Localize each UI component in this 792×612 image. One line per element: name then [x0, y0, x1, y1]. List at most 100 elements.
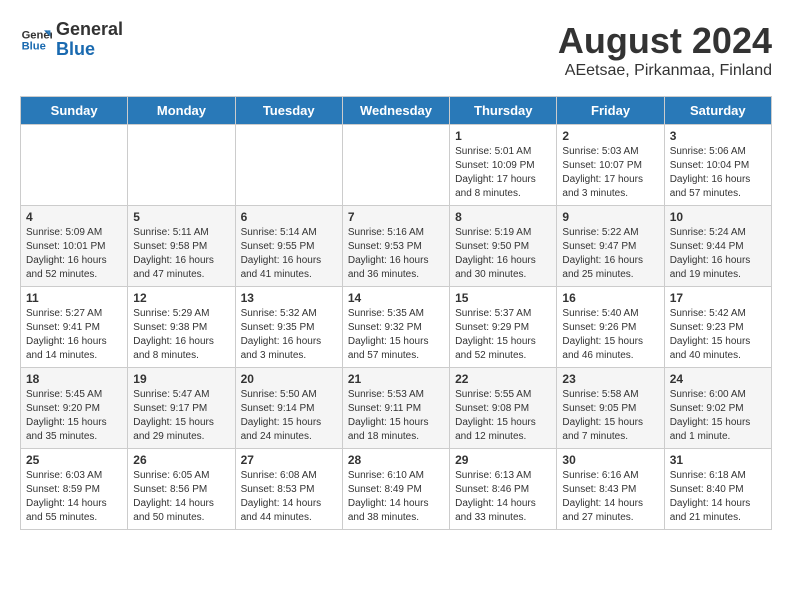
day-info: Sunrise: 5:53 AMSunset: 9:11 PMDaylight:… [348, 388, 444, 444]
day-info: Sunrise: 5:14 AMSunset: 9:55 PMDaylight:… [241, 226, 337, 282]
day-info: Sunrise: 5:11 AMSunset: 9:58 PMDaylight:… [133, 226, 229, 282]
day-info: Sunrise: 6:00 AMSunset: 9:02 PMDaylight:… [670, 388, 766, 444]
calendar-cell [21, 125, 128, 206]
day-info: Sunrise: 5:01 AMSunset: 10:09 PMDaylight… [455, 145, 551, 201]
calendar-cell: 8 Sunrise: 5:19 AMSunset: 9:50 PMDaylight… [450, 206, 557, 287]
day-info: Sunrise: 5:29 AMSunset: 9:38 PMDaylight:… [133, 307, 229, 363]
calendar-body: 1 Sunrise: 5:01 AMSunset: 10:09 PMDayligh… [21, 125, 772, 530]
calendar-week-row: 25 Sunrise: 6:03 AMSunset: 8:59 PMDayligh… [21, 449, 772, 530]
day-info: Sunrise: 5:35 AMSunset: 9:32 PMDaylight:… [348, 307, 444, 363]
day-info: Sunrise: 5:58 AMSunset: 9:05 PMDaylight:… [562, 388, 658, 444]
day-number: 24 [670, 372, 766, 386]
calendar-cell: 30Sunrise: 6:16 AMSunset: 8:43 PMDayligh… [557, 449, 664, 530]
calendar-cell: 10Sunrise: 5:24 AMSunset: 9:44 PMDayligh… [664, 206, 771, 287]
header-row: SundayMondayTuesdayWednesdayThursdayFrid… [21, 97, 772, 125]
day-number: 10 [670, 210, 766, 224]
day-info: Sunrise: 5:09 AMSunset: 10:01 PMDaylight… [26, 226, 122, 282]
calendar-cell: 5 Sunrise: 5:11 AMSunset: 9:58 PMDaylight… [128, 206, 235, 287]
day-info: Sunrise: 5:22 AMSunset: 9:47 PMDaylight:… [562, 226, 658, 282]
day-info: Sunrise: 6:13 AMSunset: 8:46 PMDaylight:… [455, 469, 551, 525]
calendar-cell: 23 Sunrise: 5:58 AMSunset: 9:05 PMDayligh… [557, 368, 664, 449]
calendar-week-row: 4 Sunrise: 5:09 AMSunset: 10:01 PMDayligh… [21, 206, 772, 287]
calendar-cell: 6Sunrise: 5:14 AMSunset: 9:55 PMDaylight… [235, 206, 342, 287]
calendar-cell: 14 Sunrise: 5:35 AMSunset: 9:32 PMDayligh… [342, 287, 449, 368]
day-number: 29 [455, 453, 551, 467]
day-number: 3 [670, 129, 766, 143]
day-info: Sunrise: 6:08 AMSunset: 8:53 PMDaylight:… [241, 469, 337, 525]
day-info: Sunrise: 5:16 AMSunset: 9:53 PMDaylight:… [348, 226, 444, 282]
day-info: Sunrise: 5:47 AMSunset: 9:17 PMDaylight:… [133, 388, 229, 444]
day-number: 9 [562, 210, 658, 224]
calendar-cell: 29 Sunrise: 6:13 AMSunset: 8:46 PMDayligh… [450, 449, 557, 530]
day-number: 19 [133, 372, 229, 386]
day-info: Sunrise: 6:16 AMSunset: 8:43 PMDaylight:… [562, 469, 658, 525]
day-number: 27 [241, 453, 337, 467]
calendar-cell: 22Sunrise: 5:55 AMSunset: 9:08 PMDayligh… [450, 368, 557, 449]
day-info: Sunrise: 5:19 AMSunset: 9:50 PMDaylight:… [455, 226, 551, 282]
day-info: Sunrise: 5:50 AMSunset: 9:14 PMDaylight:… [241, 388, 337, 444]
calendar-cell: 26Sunrise: 6:05 AMSunset: 8:56 PMDayligh… [128, 449, 235, 530]
day-number: 16 [562, 291, 658, 305]
weekday-header: Monday [128, 97, 235, 125]
weekday-header: Saturday [664, 97, 771, 125]
calendar-title: August 2024 [558, 20, 772, 62]
calendar-cell: 20 Sunrise: 5:50 AMSunset: 9:14 PMDayligh… [235, 368, 342, 449]
day-info: Sunrise: 5:06 AMSunset: 10:04 PMDaylight… [670, 145, 766, 201]
weekday-header: Sunday [21, 97, 128, 125]
day-info: Sunrise: 5:03 AMSunset: 10:07 PMDaylight… [562, 145, 658, 201]
calendar-week-row: 18Sunrise: 5:45 AMSunset: 9:20 PMDayligh… [21, 368, 772, 449]
calendar-cell: 7 Sunrise: 5:16 AMSunset: 9:53 PMDaylight… [342, 206, 449, 287]
day-info: Sunrise: 6:18 AMSunset: 8:40 PMDaylight:… [670, 469, 766, 525]
calendar-cell: 13Sunrise: 5:32 AMSunset: 9:35 PMDayligh… [235, 287, 342, 368]
calendar-cell: 15Sunrise: 5:37 AMSunset: 9:29 PMDayligh… [450, 287, 557, 368]
weekday-header: Friday [557, 97, 664, 125]
weekday-header: Thursday [450, 97, 557, 125]
logo-text-blue: Blue [56, 40, 123, 60]
calendar-header: SundayMondayTuesdayWednesdayThursdayFrid… [21, 97, 772, 125]
day-info: Sunrise: 5:40 AMSunset: 9:26 PMDaylight:… [562, 307, 658, 363]
logo: General Blue General Blue [20, 20, 123, 60]
calendar-cell [235, 125, 342, 206]
day-number: 14 [348, 291, 444, 305]
day-number: 23 [562, 372, 658, 386]
day-number: 20 [241, 372, 337, 386]
calendar-cell: 4 Sunrise: 5:09 AMSunset: 10:01 PMDayligh… [21, 206, 128, 287]
calendar-cell: 16 Sunrise: 5:40 AMSunset: 9:26 PMDayligh… [557, 287, 664, 368]
weekday-header: Wednesday [342, 97, 449, 125]
calendar-cell: 18Sunrise: 5:45 AMSunset: 9:20 PMDayligh… [21, 368, 128, 449]
day-number: 5 [133, 210, 229, 224]
calendar-cell: 3 Sunrise: 5:06 AMSunset: 10:04 PMDayligh… [664, 125, 771, 206]
day-number: 4 [26, 210, 122, 224]
calendar-cell: 27 Sunrise: 6:08 AMSunset: 8:53 PMDayligh… [235, 449, 342, 530]
calendar-cell: 1 Sunrise: 5:01 AMSunset: 10:09 PMDayligh… [450, 125, 557, 206]
calendar-cell: 12 Sunrise: 5:29 AMSunset: 9:38 PMDayligh… [128, 287, 235, 368]
day-number: 7 [348, 210, 444, 224]
weekday-header: Tuesday [235, 97, 342, 125]
day-number: 1 [455, 129, 551, 143]
day-number: 8 [455, 210, 551, 224]
day-info: Sunrise: 5:27 AMSunset: 9:41 PMDaylight:… [26, 307, 122, 363]
svg-text:Blue: Blue [22, 40, 46, 52]
title-section: August 2024 AEetsae, Pirkanmaa, Finland [558, 20, 772, 80]
calendar-cell: 9 Sunrise: 5:22 AMSunset: 9:47 PMDaylight… [557, 206, 664, 287]
calendar-cell: 24 Sunrise: 6:00 AMSunset: 9:02 PMDayligh… [664, 368, 771, 449]
day-number: 12 [133, 291, 229, 305]
day-number: 18 [26, 372, 122, 386]
day-info: Sunrise: 6:05 AMSunset: 8:56 PMDaylight:… [133, 469, 229, 525]
calendar-cell: 11Sunrise: 5:27 AMSunset: 9:41 PMDayligh… [21, 287, 128, 368]
calendar-cell: 28Sunrise: 6:10 AMSunset: 8:49 PMDayligh… [342, 449, 449, 530]
day-info: Sunrise: 5:37 AMSunset: 9:29 PMDaylight:… [455, 307, 551, 363]
calendar-subtitle: AEetsae, Pirkanmaa, Finland [558, 62, 772, 80]
day-number: 21 [348, 372, 444, 386]
day-number: 22 [455, 372, 551, 386]
day-number: 31 [670, 453, 766, 467]
calendar-cell: 17Sunrise: 5:42 AMSunset: 9:23 PMDayligh… [664, 287, 771, 368]
day-number: 13 [241, 291, 337, 305]
calendar-cell: 25 Sunrise: 6:03 AMSunset: 8:59 PMDayligh… [21, 449, 128, 530]
calendar-cell: 19 Sunrise: 5:47 AMSunset: 9:17 PMDayligh… [128, 368, 235, 449]
calendar-cell: 2Sunrise: 5:03 AMSunset: 10:07 PMDayligh… [557, 125, 664, 206]
day-number: 25 [26, 453, 122, 467]
logo-text-general: General [56, 20, 123, 40]
day-number: 17 [670, 291, 766, 305]
day-info: Sunrise: 6:03 AMSunset: 8:59 PMDaylight:… [26, 469, 122, 525]
